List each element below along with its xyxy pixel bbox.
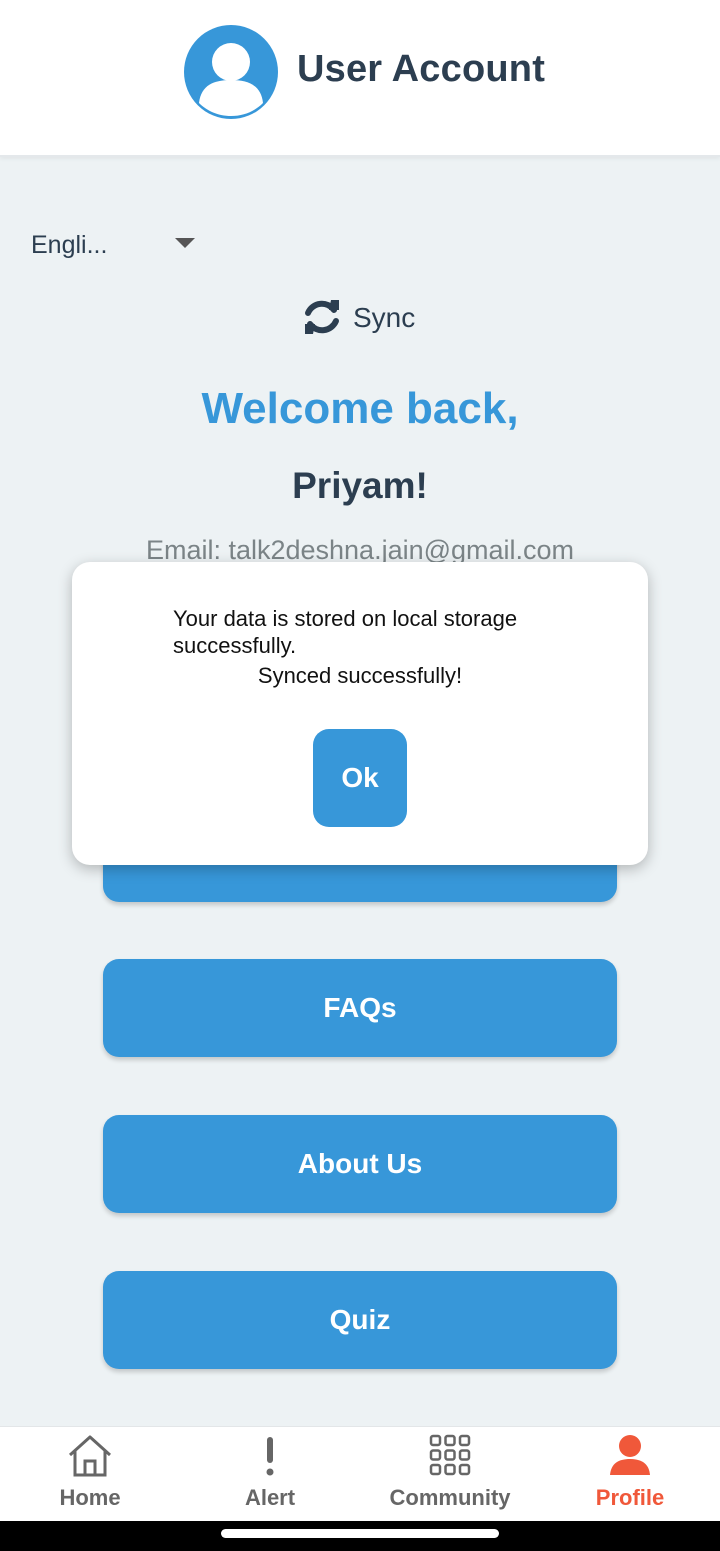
sync-label: Sync (353, 302, 416, 333)
ok-button[interactable]: Ok (313, 729, 407, 827)
grid-icon (429, 1434, 471, 1476)
sync-button[interactable]: Sync (301, 294, 431, 340)
user-email: Email: talk2deshna.jain@gmail.com (145, 535, 575, 565)
app-header: User Account (0, 0, 720, 157)
chevron-down-icon (175, 238, 195, 248)
nav-community[interactable]: Community (360, 1427, 540, 1522)
language-dropdown[interactable]: Engli... (31, 228, 201, 264)
faqs-button[interactable]: FAQs (103, 959, 617, 1057)
nav-alert-label: Alert (244, 1485, 296, 1510)
nav-home-label: Home (59, 1485, 121, 1510)
page-title: User Account (297, 48, 546, 90)
sync-success-dialog: Your data is stored on local storage suc… (72, 562, 648, 865)
home-icon (68, 1435, 112, 1477)
quiz-button[interactable]: Quiz (103, 1271, 617, 1369)
home-gesture-bar[interactable] (221, 1529, 499, 1538)
language-selected: Engli... (31, 231, 108, 259)
profile-icon (610, 1435, 650, 1475)
nav-profile[interactable]: Profile (540, 1427, 720, 1522)
nav-profile-label: Profile (595, 1485, 665, 1510)
nav-alert[interactable]: Alert (180, 1427, 360, 1522)
bottom-navigation: Home Alert Community Profile (0, 1426, 720, 1521)
sync-icon (305, 300, 339, 334)
user-name: Priyam! (292, 465, 428, 506)
system-navigation-bar (0, 1521, 720, 1551)
dialog-sync-message: Synced successfully! (257, 663, 463, 688)
about-us-button[interactable]: About Us (103, 1115, 617, 1213)
user-circle-icon (184, 25, 278, 119)
alert-icon (266, 1437, 274, 1476)
nav-community-label: Community (389, 1485, 511, 1510)
nav-home[interactable]: Home (0, 1427, 180, 1522)
welcome-heading: Welcome back, (201, 384, 519, 433)
dialog-message: Your data is stored on local storage suc… (173, 606, 518, 658)
